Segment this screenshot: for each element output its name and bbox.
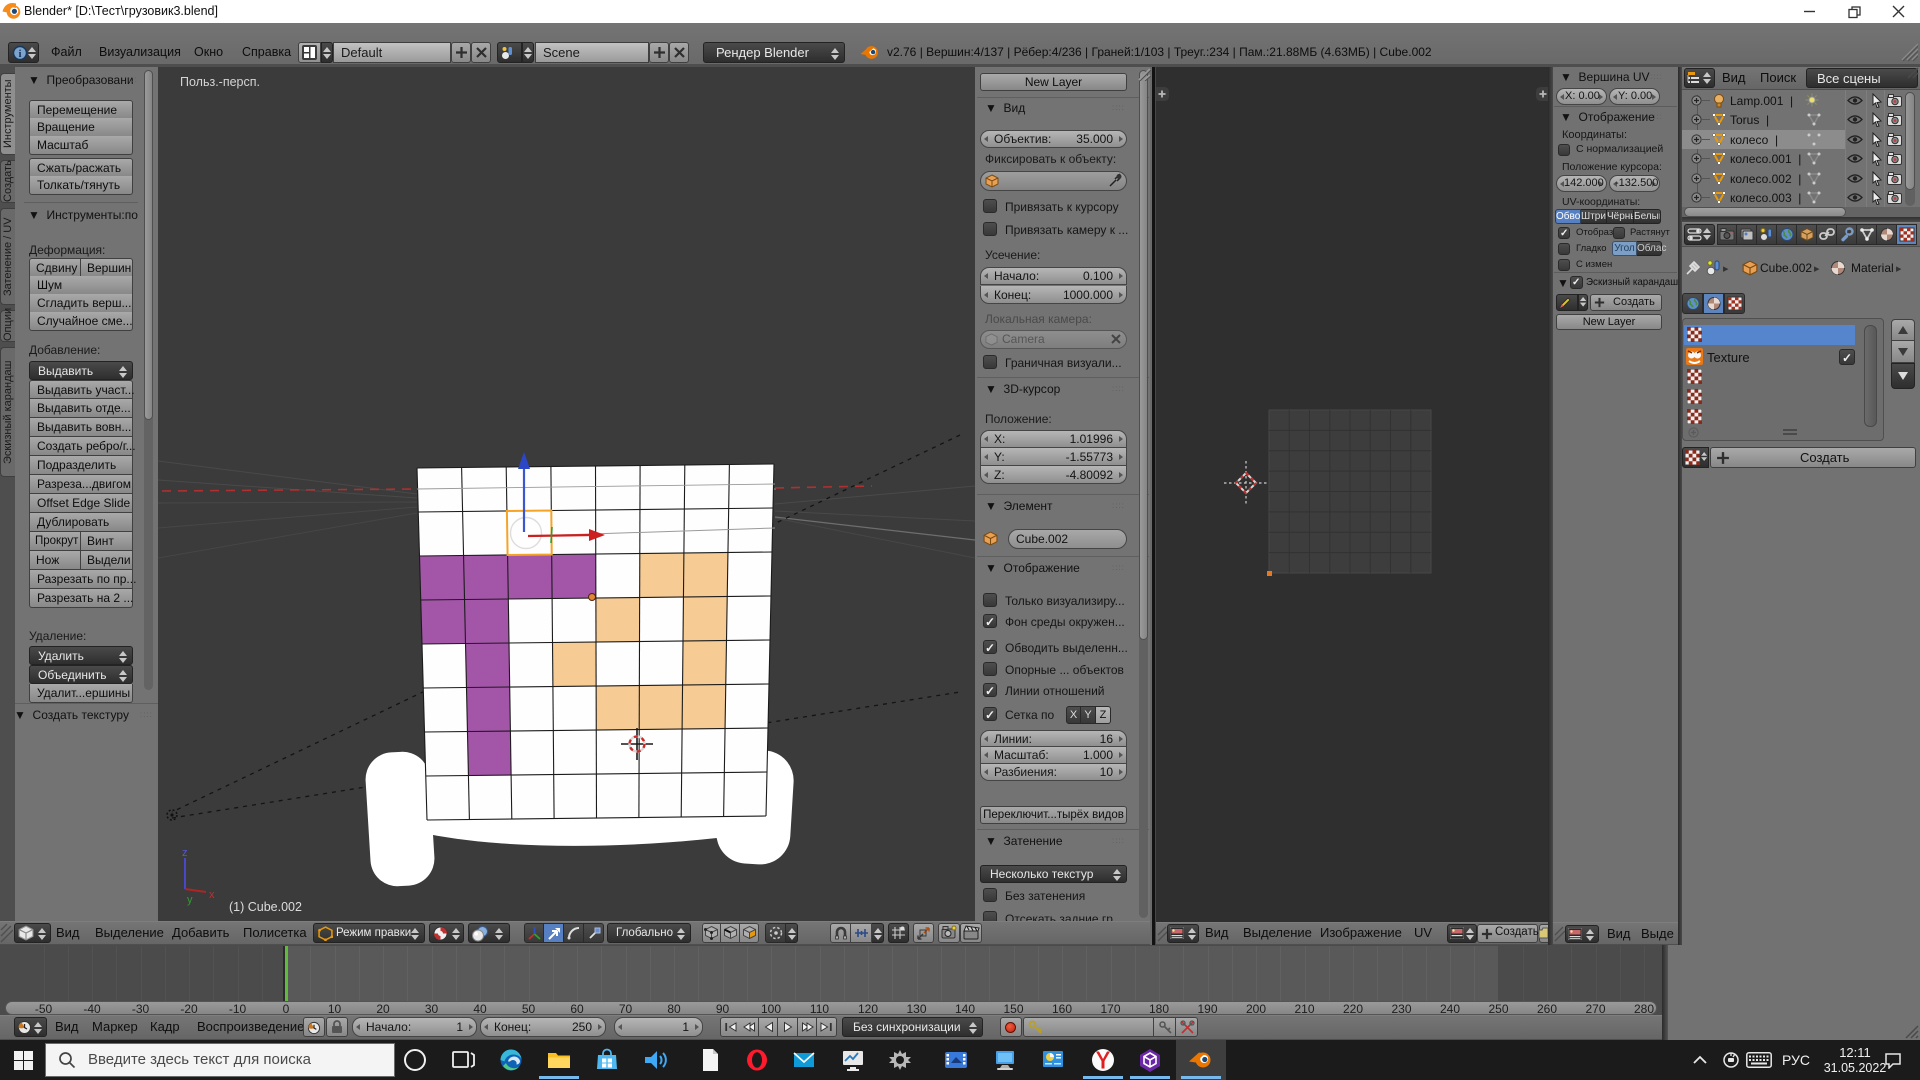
svg-text:z: z <box>182 847 188 859</box>
svg-text:x: x <box>209 889 215 901</box>
svg-text:y: y <box>187 894 193 906</box>
svg-text:(1) Cube.002: (1) Cube.002 <box>229 900 302 914</box>
svg-text:i: i <box>19 49 22 60</box>
svg-text:Польз.-персп.: Польз.-персп. <box>180 75 260 89</box>
